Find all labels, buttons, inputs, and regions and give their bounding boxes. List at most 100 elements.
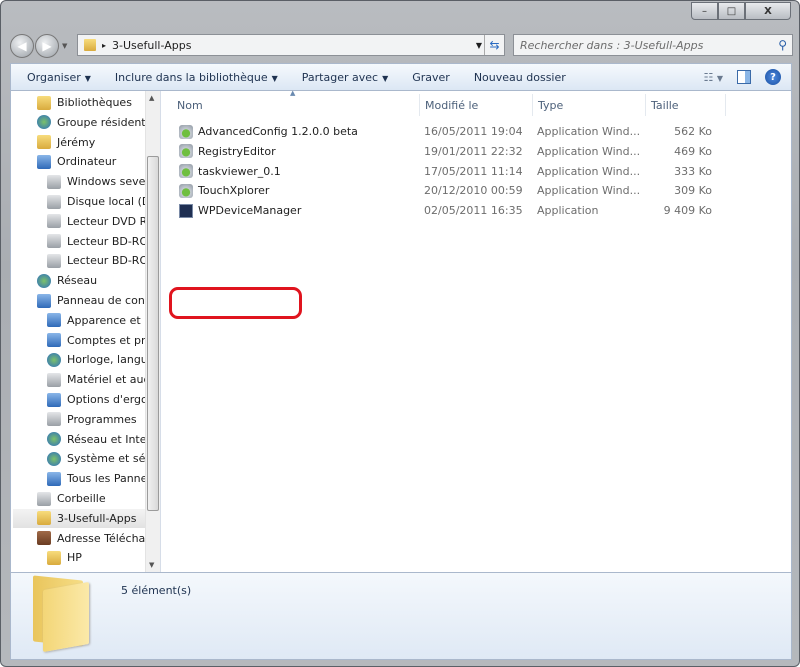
forward-button[interactable]: ▶ — [35, 34, 59, 58]
drive-icon — [47, 174, 61, 189]
view-options-icon[interactable]: ☷ ▼ — [703, 71, 723, 84]
file-list: ▲ Nom Modifié le Type Taille AdvancedCon… — [162, 89, 791, 572]
red-highlight-annotation — [169, 287, 302, 319]
sidebar-item[interactable]: Ordinateur — [37, 152, 160, 171]
preview-pane-icon[interactable] — [737, 70, 751, 84]
control-panel-icon — [37, 293, 51, 308]
sidebar-item[interactable]: Panneau de configuration — [37, 291, 160, 310]
sidebar-item[interactable]: Comptes et protection — [47, 331, 160, 350]
drive-icon — [47, 194, 61, 209]
sidebar-item[interactable]: Adresse Téléchargement — [37, 529, 160, 548]
sidebar-item[interactable]: Réseau et Internet — [47, 430, 160, 449]
sidebar-item[interactable]: Groupe résidentiel — [37, 113, 160, 132]
refresh-icon[interactable]: ⇆ — [484, 35, 504, 55]
accounts-icon — [47, 333, 61, 348]
main-pane: Bibliothèques Groupe résidentiel Jérémy Ord… — [10, 89, 792, 572]
sidebar-item[interactable]: Tous les Panneaux — [47, 469, 160, 488]
back-button[interactable]: ◀ — [10, 34, 34, 58]
chevron-down-icon[interactable]: ▼ — [476, 41, 482, 50]
sidebar-item[interactable]: Lecteur DVD RW — [47, 212, 160, 231]
organize-label: Organiser — [27, 70, 81, 84]
sidebar-item-label: Corbeille — [57, 492, 106, 505]
sidebar-item-label: Ordinateur — [57, 155, 117, 169]
sidebar-item-label: Horloge, langue — [67, 353, 155, 367]
file-row[interactable]: AdvancedConfig 1.2.0.0 beta 16/05/2011 1… — [172, 122, 732, 141]
sidebar-item[interactable]: Corbeille — [37, 489, 160, 508]
file-row[interactable]: taskviewer_0.1 17/05/2011 11:14 Applicat… — [172, 162, 732, 181]
file-modified: 19/01/2011 22:32 — [424, 144, 523, 158]
file-name: RegistryEditor — [198, 144, 276, 158]
folder-icon — [47, 550, 61, 565]
column-header-modified[interactable]: Modifié le — [420, 94, 533, 116]
sidebar-item-label: Programmes — [67, 412, 137, 426]
app-icon — [179, 124, 193, 139]
scroll-down-icon[interactable]: ▼ — [149, 561, 154, 569]
navigation-buttons: ◀ ▶ ▼ — [10, 34, 67, 58]
burn-button[interactable]: Graver — [404, 71, 458, 84]
sidebar-item[interactable]: Horloge, langue — [47, 350, 160, 369]
sidebar-item[interactable]: Lecteur BD-ROM — [47, 232, 160, 251]
file-modified: 17/05/2011 11:14 — [424, 164, 523, 178]
chevron-down-icon: ▼ — [84, 73, 91, 83]
file-name-cell: AdvancedConfig 1.2.0.0 beta — [179, 124, 358, 139]
search-input[interactable]: Rechercher dans : 3-Usefull-Apps ⚲ — [513, 34, 793, 56]
sidebar-item[interactable]: HP — [47, 548, 160, 567]
address-bar[interactable]: ▸ 3-Usefull-Apps ▼ ⇆ — [77, 34, 505, 56]
scrollbar-thumb[interactable] — [147, 156, 159, 511]
organize-button[interactable]: Organiser ▼ — [19, 71, 99, 84]
column-header-size[interactable]: Taille — [646, 94, 726, 116]
file-type: Application Wind... — [537, 144, 641, 158]
sidebar-item[interactable]: Lecteur BD-ROM — [47, 251, 160, 270]
homegroup-icon — [37, 115, 51, 130]
sidebar-item[interactable]: Réseau — [37, 271, 160, 290]
maximize-button[interactable]: □ — [718, 2, 745, 20]
recent-pages-chevron-icon[interactable]: ▼ — [62, 42, 67, 50]
app-icon — [179, 164, 193, 179]
folder-icon — [84, 39, 96, 51]
sidebar-item[interactable]: 3-Usefull-Apps — [13, 508, 145, 528]
file-name: WPDeviceManager — [198, 204, 302, 218]
column-header-name[interactable]: Nom — [172, 94, 420, 116]
file-modified: 16/05/2011 19:04 — [424, 125, 523, 138]
command-bar: Organiser ▼ Inclure dans la bibliothèque ▼… — [10, 63, 792, 91]
sidebar-item-label: HP — [67, 551, 82, 565]
sidebar-item-label: 3-Usefull-Apps — [57, 511, 137, 525]
sidebar-item[interactable]: Bibliothèques — [37, 93, 160, 112]
sidebar-item[interactable]: Matériel et audio — [47, 370, 160, 389]
sidebar-item[interactable]: Programmes — [47, 410, 160, 429]
nav-scrollbar[interactable]: ▲ ▼ — [145, 91, 160, 572]
sidebar-item-label: Réseau — [57, 274, 98, 288]
sidebar-item[interactable]: Système et sécurité — [47, 449, 160, 468]
search-placeholder: Rechercher dans : 3-Usefull-Apps — [520, 38, 704, 52]
scroll-up-icon[interactable]: ▲ — [149, 94, 154, 102]
file-modified: 02/05/2011 16:35 — [424, 204, 523, 218]
file-type: Application — [537, 204, 599, 218]
file-row[interactable]: TouchXplorer 20/12/2010 00:59 Applicatio… — [172, 181, 732, 200]
breadcrumb-separator[interactable]: ▸ — [102, 41, 106, 50]
file-size: 9 409 Ko — [663, 204, 712, 218]
file-row[interactable]: RegistryEditor 19/01/2011 22:32 Applicat… — [172, 142, 732, 161]
libraries-icon — [37, 95, 51, 110]
sidebar-item[interactable]: Jérémy — [37, 133, 160, 152]
file-name-cell: taskviewer_0.1 — [179, 164, 281, 179]
arrow-right-icon: ▶ — [42, 39, 52, 53]
wp-device-manager-icon — [179, 203, 193, 218]
security-icon — [47, 451, 61, 466]
large-folder-icon — [33, 575, 91, 653]
search-icon[interactable]: ⚲ — [778, 38, 787, 52]
sidebar-item[interactable]: Windows seven — [47, 172, 160, 191]
file-row[interactable]: WPDeviceManager 02/05/2011 16:35 Applica… — [172, 201, 732, 220]
help-icon[interactable]: ? — [765, 69, 781, 85]
file-type: Application Wind... — [537, 164, 641, 178]
sidebar-item[interactable]: Apparence et personnalisation — [47, 311, 160, 330]
sidebar-item[interactable]: Options d'ergonomie — [47, 390, 160, 409]
include-in-library-button[interactable]: Inclure dans la bibliothèque ▼ — [107, 71, 286, 84]
close-button[interactable]: X — [745, 2, 791, 20]
minimize-button[interactable]: – — [691, 2, 718, 20]
breadcrumb-current[interactable]: 3-Usefull-Apps — [112, 39, 191, 52]
hardware-icon — [47, 372, 61, 387]
new-folder-button[interactable]: Nouveau dossier — [466, 71, 574, 84]
share-with-button[interactable]: Partager avec ▼ — [294, 71, 396, 84]
column-header-type[interactable]: Type — [533, 94, 646, 116]
sidebar-item[interactable]: Disque local (D:) — [47, 192, 160, 211]
